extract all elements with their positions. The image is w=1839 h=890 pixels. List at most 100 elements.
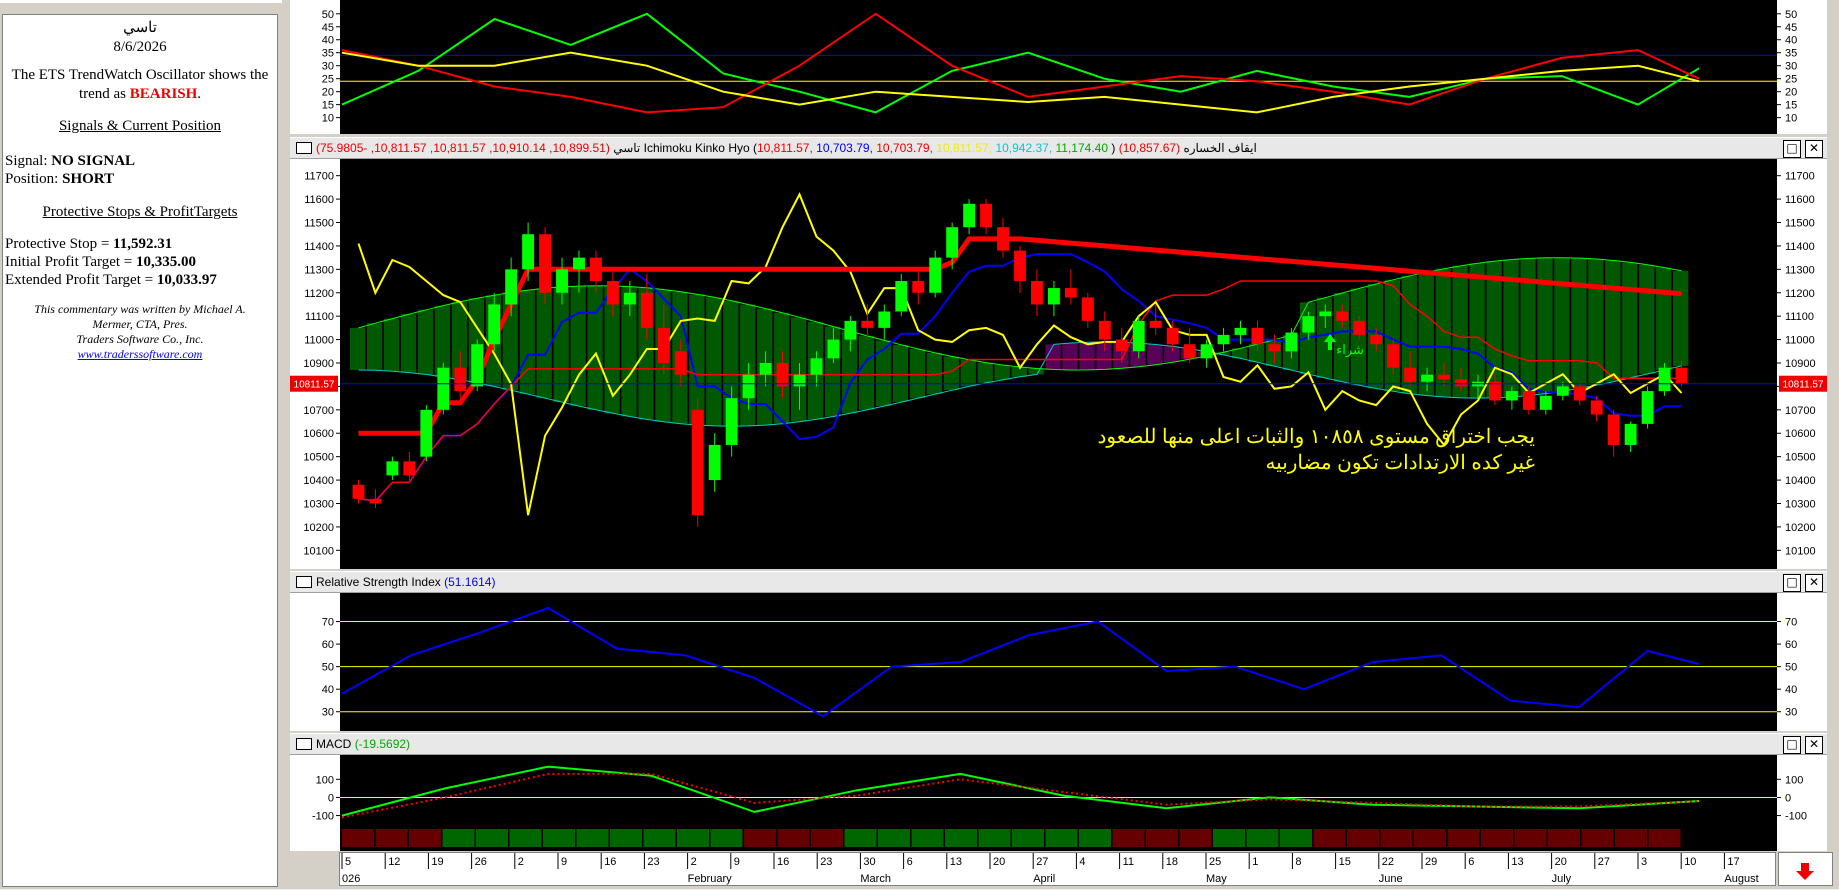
y-tick-label-left: 20	[322, 87, 334, 99]
protective-stop-value: 11,592.31	[113, 236, 173, 252]
y-tick-label-left: 10100	[303, 545, 334, 557]
y-tick-label-right: 60	[1785, 639, 1797, 651]
x-tick-label: 10	[1684, 856, 1696, 868]
y-tick-label-right: -100	[1785, 811, 1807, 823]
trend-bar	[576, 829, 609, 847]
ichimoku-v2: 10,703.79,	[816, 141, 873, 155]
x-tick-label: 30	[863, 856, 875, 868]
y-tick-label-right: 10	[1785, 113, 1797, 125]
price-panel-header: تاسي (10,899.51, 10,910.14, 10,811.57, 1…	[290, 137, 1827, 159]
cloud-bar	[366, 323, 383, 371]
x-tick-label: 2	[518, 856, 524, 868]
cloud-bar	[1673, 270, 1689, 366]
macd-panel[interactable]: -100 -100 0 0 100 100	[290, 755, 1827, 851]
x-tick-label: 9	[734, 856, 740, 868]
credit-block: This commentary was written by Michael A…	[3, 302, 277, 362]
initial-target-row: Initial Profit Target = 10,335.00	[3, 254, 277, 271]
close-button[interactable]: ✕	[1805, 140, 1823, 158]
y-tick-label-right: 11100	[1785, 311, 1814, 323]
candle-body	[1675, 367, 1688, 384]
trend-bar	[1648, 829, 1681, 847]
down-arrow-icon	[1796, 863, 1814, 880]
close-button[interactable]: ✕	[1805, 574, 1823, 592]
date-axis[interactable]: 5 12 19 26 2 9 16 23 2 9 16 23 30 6 13 20 27 4 11 18 25 1 8 15 2…	[339, 852, 1776, 886]
cloud-bar	[1452, 265, 1468, 398]
trend-bar	[1179, 829, 1212, 847]
x-tick-label: 9	[561, 856, 567, 868]
credit-line-3: Traders Software Co., Inc.	[76, 332, 204, 346]
y-tick-label-left: 11400	[304, 241, 334, 253]
candle-body	[1404, 367, 1417, 382]
ichimoku-label: Ichimoku Kinko Hyo (	[643, 141, 757, 155]
y-tick-label-right: 11400	[1785, 241, 1815, 253]
y-tick-label-left: 10600	[303, 428, 334, 440]
buy-signal-label: شراء	[1336, 342, 1364, 358]
close-button[interactable]: ✕	[1805, 736, 1823, 754]
maximize-button[interactable]: □	[1783, 574, 1801, 592]
y-tick-label-left: 70	[322, 617, 334, 629]
y-tick-label-left: 30	[322, 61, 334, 73]
cloud-bar	[1571, 258, 1587, 389]
y-tick-label-right: 70	[1785, 617, 1797, 629]
trend-bar	[811, 829, 843, 847]
x-month-label: May	[1206, 873, 1227, 885]
rsi-panel-header: Relative Strength Index (51.1614) □ ✕	[290, 571, 1827, 593]
rsi-panel[interactable]: 30 30 40 40 50 50 60 60 70 70	[290, 593, 1827, 731]
trend-bar	[1581, 829, 1614, 847]
y-tick-label-left: 15	[322, 100, 334, 112]
candle-body	[623, 292, 636, 305]
credit-link[interactable]: www.traderssoftware.com	[3, 347, 277, 362]
candle-body	[471, 344, 484, 387]
initial-target-label: Initial Profit Target =	[5, 254, 133, 270]
price-panel[interactable]: 10100 10100 10200 10200 10300 10300 10400 10400…	[290, 159, 1827, 569]
cloud-bar	[1333, 293, 1350, 382]
cloud-bar	[383, 318, 400, 372]
x-tick-label: 17	[1727, 856, 1739, 868]
x-tick-label: 6	[1468, 856, 1474, 868]
maximize-button[interactable]: □	[1783, 140, 1801, 158]
trend-bar	[945, 829, 977, 847]
rsi-plot	[340, 593, 1777, 731]
trend-bar	[409, 829, 441, 847]
x-tick-label: 16	[604, 856, 616, 868]
candle-body	[1370, 334, 1383, 345]
x-tick-label: 15	[1339, 856, 1351, 868]
y-tick-label-right: 11000	[1785, 335, 1815, 347]
scroll-down-button[interactable]	[1778, 852, 1833, 886]
cloud-bar	[536, 288, 552, 399]
y-tick-label-left: 60	[322, 639, 334, 651]
y-tick-label-left: 10200	[303, 522, 334, 534]
oscillator-panel[interactable]: 10 1015 1520 2025 2530 3035 3540 4045 4550 50	[290, 0, 1827, 134]
commentary-date: 8/6/2026	[113, 39, 167, 55]
credit-line-1: This commentary was written by Michael A…	[34, 302, 246, 316]
candle-body	[725, 398, 738, 445]
candle-body	[1302, 316, 1315, 333]
cloud-bar	[1486, 261, 1502, 398]
cloud-bar	[1469, 263, 1485, 399]
candle-body	[1183, 344, 1196, 359]
cloud-bar	[994, 365, 1010, 380]
candle-body	[810, 358, 823, 375]
candle-body	[1217, 334, 1230, 345]
cloud-bar	[1350, 288, 1367, 386]
candle-body	[997, 227, 1009, 251]
maximize-button[interactable]: □	[1783, 736, 1801, 754]
initial-target-value: 10,335.00	[136, 254, 197, 270]
x-tick-label: 20	[1555, 856, 1567, 868]
rsi-value: (51.1614)	[444, 575, 496, 589]
candle-body	[1387, 344, 1400, 368]
y-tick-label-right: 15	[1785, 100, 1797, 112]
trend-bar	[1246, 829, 1279, 847]
trend-bar	[1615, 829, 1647, 847]
y-tick-label-right: 11300	[1785, 264, 1815, 276]
cloud-bar	[1062, 343, 1078, 370]
trend-bar	[1280, 829, 1312, 847]
candle-body	[386, 461, 399, 476]
candle-body	[1522, 391, 1535, 410]
trend-statement: The ETS TrendWatch Oscillator shows the …	[3, 66, 277, 104]
y-tick-label-right: 10900	[1785, 358, 1816, 370]
annotation-line-2: غير كده الارتدادات تكون مضاربيه	[1265, 452, 1535, 474]
y-tick-label-left: 11000	[304, 335, 334, 347]
trend-bar	[1514, 829, 1547, 847]
candle-body	[1149, 320, 1162, 328]
